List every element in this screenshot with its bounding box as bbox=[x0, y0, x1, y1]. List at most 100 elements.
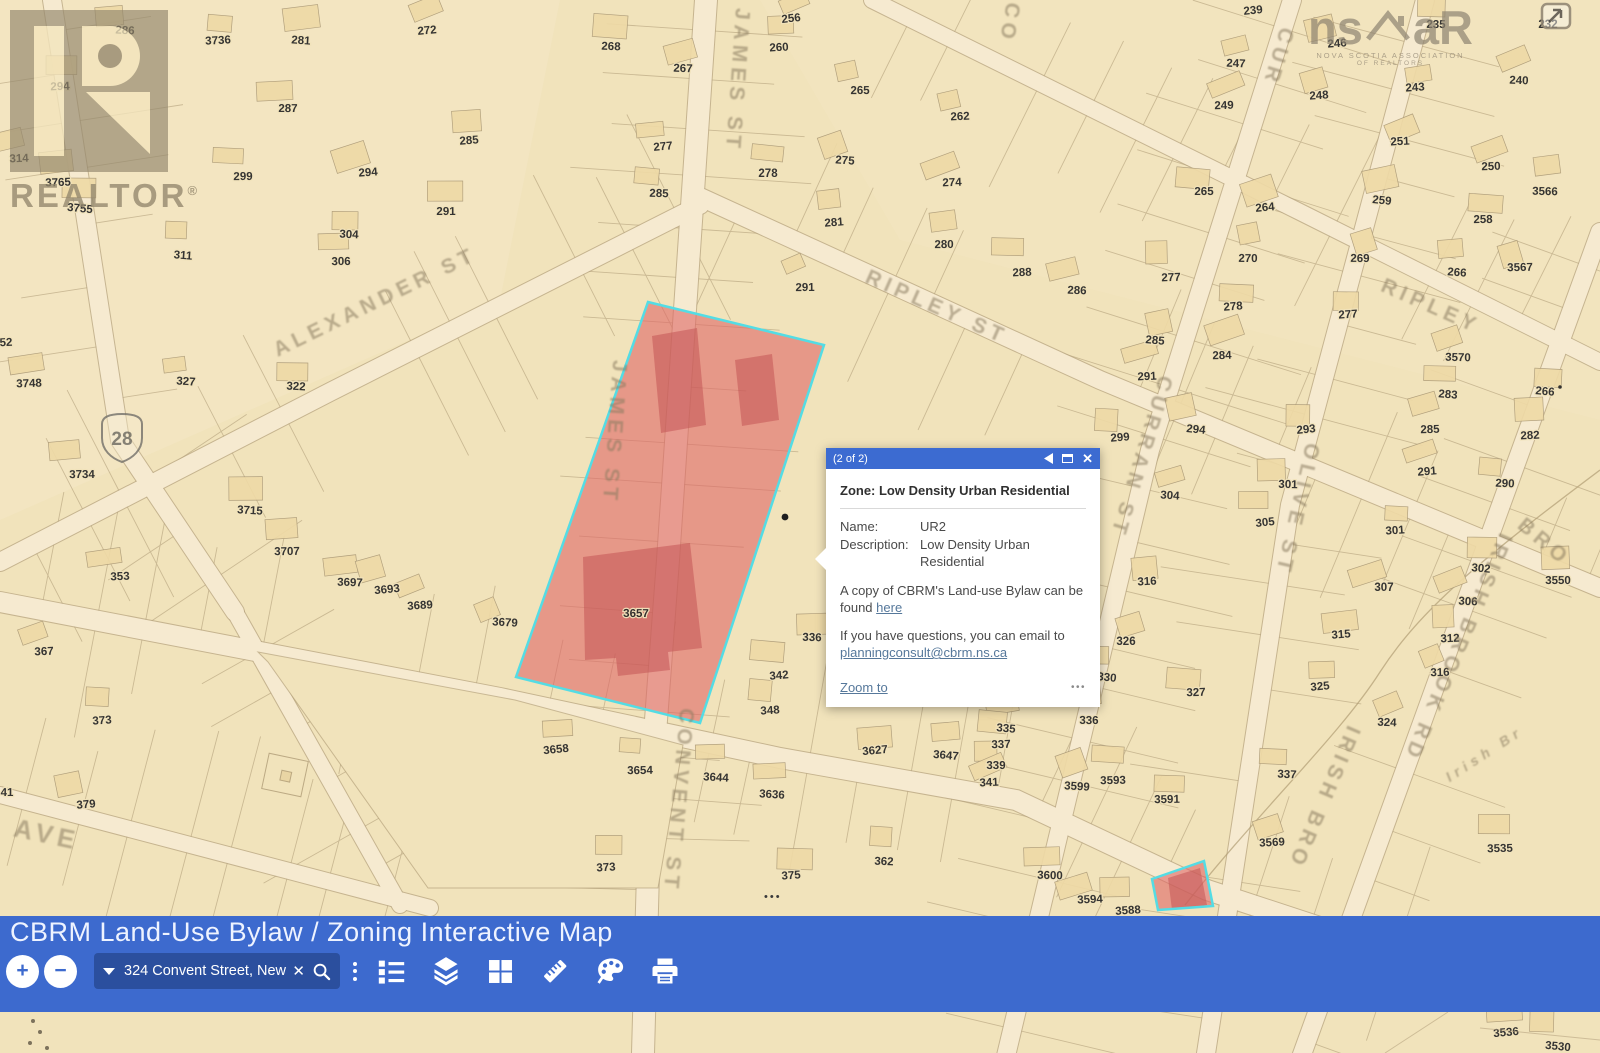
parcel-label: 284 bbox=[1212, 350, 1232, 362]
search-input[interactable] bbox=[124, 963, 289, 979]
planning-email-link[interactable]: planningconsult@cbrm.ns.ca bbox=[840, 645, 1007, 660]
parcel-label: 250 bbox=[1481, 161, 1500, 173]
parcel-label: 246 bbox=[1327, 37, 1347, 50]
parcel-label: 304 bbox=[339, 229, 359, 242]
parcel-label: 3591 bbox=[1154, 794, 1180, 806]
bylaw-here-link[interactable]: here bbox=[876, 600, 902, 615]
parcel-label: 275 bbox=[835, 154, 856, 167]
search-button[interactable] bbox=[308, 962, 331, 981]
field-value: Low Density Urban Residential bbox=[920, 536, 1086, 570]
parcel-label: 337 bbox=[1277, 769, 1297, 782]
palette-icon bbox=[595, 956, 625, 986]
parcel-label: 3644 bbox=[703, 771, 730, 784]
parcel-label: 3567 bbox=[1507, 262, 1533, 275]
parcel-label: 299 bbox=[233, 171, 252, 183]
close-popup-button[interactable]: ✕ bbox=[1082, 452, 1093, 465]
parcel-label: 3570 bbox=[1445, 352, 1471, 365]
layers-icon bbox=[431, 956, 461, 986]
parcel-label: 267 bbox=[673, 63, 693, 76]
parcel-label: 336 bbox=[1079, 715, 1098, 727]
parcel-label: 3679 bbox=[492, 616, 518, 630]
parcel-label: 3530 bbox=[1545, 1040, 1572, 1053]
parcel-label: 52 bbox=[0, 337, 13, 350]
parcel-label: 3647 bbox=[933, 749, 960, 763]
parcel-label: 315 bbox=[1331, 628, 1352, 641]
layers-button[interactable] bbox=[431, 956, 461, 986]
parcel-label: 3689 bbox=[407, 599, 433, 613]
parcel-label: 262 bbox=[950, 111, 970, 124]
close-icon: ✕ bbox=[1082, 452, 1093, 465]
more-tools-kebab-icon[interactable] bbox=[353, 962, 357, 981]
popup-header: (2 of 2) ✕ bbox=[826, 448, 1100, 469]
parcel-label: 291 bbox=[795, 282, 815, 294]
attribution-expander[interactable]: ••• bbox=[764, 891, 782, 903]
parcel-label: 272 bbox=[417, 24, 437, 38]
parcel-label: 3736 bbox=[205, 34, 231, 47]
small-building bbox=[262, 753, 309, 797]
parcel-label: 322 bbox=[286, 380, 306, 393]
parcel-label: 316 bbox=[1137, 575, 1157, 588]
field-row-name: Name: UR2 bbox=[840, 518, 1086, 535]
basemap-button[interactable] bbox=[486, 957, 515, 986]
map-click-marker bbox=[782, 514, 789, 521]
printer-icon bbox=[650, 956, 680, 986]
parcel-label: 240 bbox=[1509, 75, 1529, 88]
parcel-label: 264 bbox=[1255, 201, 1276, 215]
search-source-dropdown-icon[interactable] bbox=[103, 968, 115, 975]
parcel-label: 294 bbox=[50, 81, 70, 94]
parcel-label: 353 bbox=[110, 571, 130, 584]
parcel-label: 3715 bbox=[237, 504, 264, 517]
parcel-label: 285 bbox=[459, 134, 480, 147]
parcel-label: 362 bbox=[874, 856, 894, 869]
parcel-label: 260 bbox=[769, 41, 789, 54]
parcel-label: 270 bbox=[1238, 253, 1257, 265]
parcel-label: 335 bbox=[996, 722, 1017, 736]
parcel-label: 247 bbox=[1226, 58, 1246, 71]
parcel-label: 299 bbox=[1110, 431, 1130, 444]
search-box[interactable]: ✕ bbox=[94, 953, 340, 989]
zoom-out-button[interactable]: − bbox=[44, 955, 77, 988]
parcel-label: 3569 bbox=[1259, 836, 1285, 849]
parcel-label: 3536 bbox=[1493, 1026, 1520, 1040]
parcel-label: 287 bbox=[278, 103, 297, 115]
zoom-to-link[interactable]: Zoom to bbox=[840, 679, 888, 696]
parcel-label: 265 bbox=[1194, 186, 1214, 198]
svg-text:28: 28 bbox=[111, 429, 132, 450]
parcel-label: 3535 bbox=[1487, 843, 1513, 856]
parcel-label: 288 bbox=[1012, 267, 1032, 280]
popup-more-options[interactable]: ••• bbox=[1071, 681, 1086, 694]
parcel-label: 248 bbox=[1309, 89, 1329, 102]
app-title: CBRM Land-Use Bylaw / Zoning Interactive… bbox=[10, 917, 613, 948]
parcel-label: 3550 bbox=[1545, 575, 1571, 587]
tool-buttons bbox=[377, 956, 680, 986]
parcel-label: 258 bbox=[1473, 214, 1493, 226]
legend-list-icon bbox=[377, 957, 406, 986]
parcel-label: 3734 bbox=[69, 469, 95, 481]
parcel-label: 311 bbox=[173, 249, 193, 262]
map-stage: 2828629431437653755373628128727229929429… bbox=[0, 0, 1600, 1053]
maximize-button[interactable] bbox=[1062, 454, 1073, 463]
parcel-label: 379 bbox=[76, 798, 96, 811]
legend-button[interactable] bbox=[377, 957, 406, 986]
parcel-label: 278 bbox=[1223, 300, 1244, 313]
parcel-label: 243 bbox=[1405, 81, 1425, 94]
parcel-label: 306 bbox=[331, 256, 350, 268]
draw-button[interactable] bbox=[595, 956, 625, 986]
parcel-label: 3593 bbox=[1100, 775, 1126, 788]
previous-feature-button[interactable] bbox=[1044, 453, 1053, 464]
parcel-label: 286 bbox=[115, 25, 135, 38]
print-button[interactable] bbox=[650, 956, 680, 986]
parcel-label: 294 bbox=[1186, 423, 1207, 437]
zone-title: Zone: Low Density Urban Residential bbox=[840, 482, 1086, 499]
parcel-label: 337 bbox=[991, 739, 1011, 752]
parcel-label: 269 bbox=[1350, 253, 1369, 265]
field-label: Description: bbox=[840, 536, 920, 570]
measure-button[interactable] bbox=[540, 956, 570, 986]
zoom-in-button[interactable]: + bbox=[6, 955, 39, 988]
parcel-label: 285 bbox=[649, 188, 669, 200]
parcel-label: 341 bbox=[979, 777, 999, 790]
parcel-label: 277 bbox=[1338, 308, 1358, 321]
map-canvas[interactable]: 2828629431437653755373628128727229929429… bbox=[0, 0, 1600, 1053]
clear-search-button[interactable]: ✕ bbox=[289, 962, 308, 980]
parcel-label: 274 bbox=[942, 177, 962, 190]
